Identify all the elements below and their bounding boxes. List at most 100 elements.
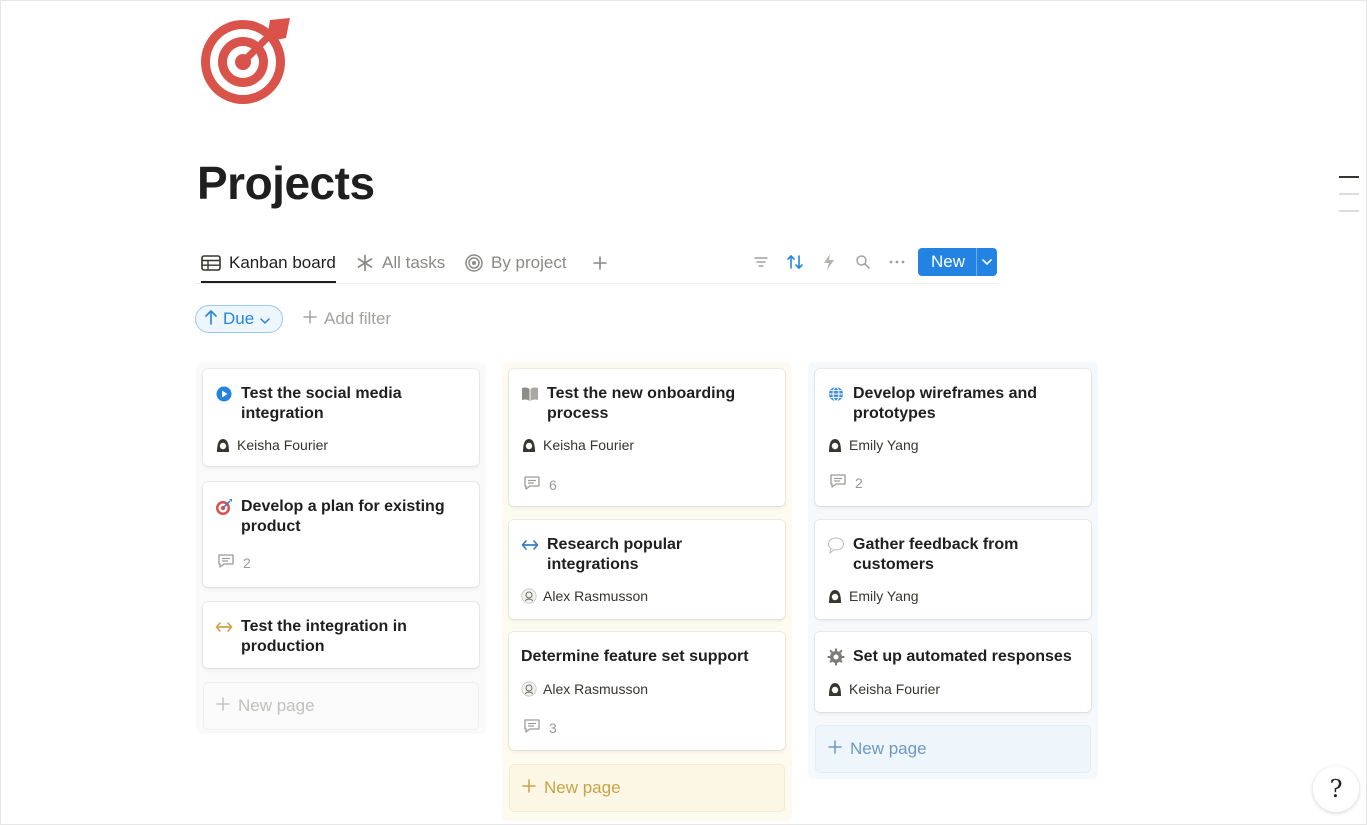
card-assignee: Keisha Fourier	[521, 437, 634, 453]
card-title: Test the new onboarding process	[547, 385, 736, 422]
card-title: Determine feature set support	[521, 648, 749, 665]
board-card[interactable]: Set up automated responses Keisha Fourie…	[815, 632, 1091, 712]
board-card[interactable]: Develop a plan for existing product 2	[203, 482, 479, 587]
board-card[interactable]: Gather feedback from customers Emily Yan…	[815, 520, 1091, 619]
plus-icon	[592, 255, 608, 271]
dart-target-icon	[215, 498, 233, 516]
target-icon	[465, 253, 483, 272]
table-icon	[201, 254, 221, 271]
card-assignee: Keisha Fourier	[827, 681, 940, 697]
avatar	[521, 437, 537, 453]
more-icon[interactable]	[887, 252, 907, 272]
plus-icon	[303, 309, 317, 329]
view-tabs: Kanban board All tasks By project	[195, 246, 998, 284]
outline-marker[interactable]	[1339, 176, 1359, 178]
new-page-button[interactable]: New page	[815, 725, 1091, 773]
arrows-horizontal-icon	[521, 536, 539, 554]
help-button[interactable]: ?	[1313, 766, 1359, 812]
board-column-3: Develop wireframes and prototypes Emily …	[808, 362, 1098, 779]
board-card[interactable]: Test the social media integration Keisha…	[203, 369, 479, 466]
new-button-label: New	[930, 252, 965, 271]
card-title: Develop a plan for existing product	[241, 498, 445, 535]
board-card[interactable]: Research popular integrations Alex Rasmu…	[509, 520, 785, 619]
new-page-button[interactable]: New page	[509, 764, 785, 812]
tab-label: All tasks	[382, 252, 446, 272]
board-card[interactable]: Develop wireframes and prototypes Emily …	[815, 369, 1091, 506]
comment-icon	[217, 553, 235, 572]
assignee-name: Keisha Fourier	[543, 437, 635, 453]
board-card[interactable]: Determine feature set support Alex Rasmu…	[509, 632, 785, 750]
comment-count: 3	[549, 719, 557, 736]
avatar	[827, 588, 843, 604]
gear-icon	[827, 648, 845, 666]
avatar	[827, 681, 843, 697]
arrows-horizontal-icon	[215, 618, 233, 636]
card-title: Gather feedback from customers	[853, 536, 1019, 573]
card-assignee: Emily Yang	[827, 437, 919, 453]
card-title: Test the social media integration	[241, 385, 402, 422]
search-icon[interactable]	[853, 252, 873, 272]
card-title: Develop wireframes and prototypes	[853, 385, 1038, 422]
card-assignee: Keisha Fourier	[215, 437, 328, 453]
asterisk-icon	[356, 254, 374, 272]
tab-by-project[interactable]: By project	[465, 246, 567, 279]
comment-icon	[829, 473, 847, 492]
comment-icon	[523, 475, 541, 494]
card-assignee: Emily Yang	[827, 588, 919, 604]
plus-icon	[216, 696, 230, 716]
chevron-down-icon[interactable]	[976, 248, 997, 276]
comment-count: 2	[855, 474, 863, 491]
plus-icon	[522, 778, 536, 798]
board-card[interactable]: Test the integration in production	[203, 602, 479, 668]
card-title: Set up automated responses	[853, 648, 1072, 665]
assignee-name: Alex Rasmusson	[543, 681, 649, 697]
page-title: Projects	[197, 157, 375, 209]
page-target-icon[interactable]	[198, 14, 292, 108]
card-comments: 6	[523, 475, 557, 494]
new-page-label: New page	[544, 778, 621, 797]
new-page-label: New page	[850, 739, 927, 758]
assignee-name: Keisha Fourier	[849, 681, 941, 697]
new-page-button[interactable]: New page	[203, 682, 479, 730]
add-filter-label: Add filter	[324, 309, 392, 328]
filter-icon[interactable]	[751, 252, 771, 272]
card-comments: 2	[829, 473, 863, 492]
globe-icon	[827, 385, 845, 403]
plus-icon	[828, 739, 842, 759]
assignee-name: Alex Rasmusson	[543, 588, 649, 604]
assignee-name: Emily Yang	[849, 588, 919, 604]
board-card[interactable]: Test the new onboarding process Keisha F…	[509, 369, 785, 506]
board-column-2: Test the new onboarding process Keisha F…	[502, 362, 792, 821]
assignee-name: Keisha Fourier	[237, 437, 329, 453]
avatar	[521, 681, 537, 697]
outline-marker[interactable]	[1339, 193, 1359, 195]
due-label: Due	[223, 309, 255, 328]
automation-icon[interactable]	[819, 252, 839, 272]
play-circle-icon	[215, 385, 233, 403]
comment-count: 2	[243, 554, 251, 571]
tab-all-tasks[interactable]: All tasks	[356, 246, 445, 279]
card-comments: 3	[523, 718, 557, 737]
card-comments: 2	[217, 553, 251, 572]
board-column-1: Test the social media integration Keisha…	[196, 362, 486, 734]
card-assignee: Alex Rasmusson	[521, 681, 648, 697]
avatar	[521, 588, 537, 604]
sort-due-chip[interactable]: Due	[195, 305, 283, 333]
tab-label: By project	[491, 252, 567, 272]
comment-icon	[523, 718, 541, 737]
avatar	[215, 437, 231, 453]
tab-kanban-board[interactable]: Kanban board	[201, 246, 336, 283]
help-icon: ?	[1329, 775, 1343, 803]
card-assignee: Alex Rasmusson	[521, 588, 648, 604]
add-filter-button[interactable]: Add filter	[303, 309, 391, 329]
card-title: Research popular integrations	[547, 536, 683, 573]
card-title: Test the integration in production	[241, 618, 407, 655]
outline-marker[interactable]	[1339, 210, 1359, 212]
book-icon	[521, 385, 539, 403]
sort-icon[interactable]	[785, 252, 805, 272]
new-button[interactable]: New	[918, 248, 997, 276]
assignee-name: Emily Yang	[849, 437, 919, 453]
add-view-button[interactable]	[592, 246, 608, 279]
comment-count: 6	[549, 476, 557, 493]
chevron-down-icon	[260, 309, 270, 329]
